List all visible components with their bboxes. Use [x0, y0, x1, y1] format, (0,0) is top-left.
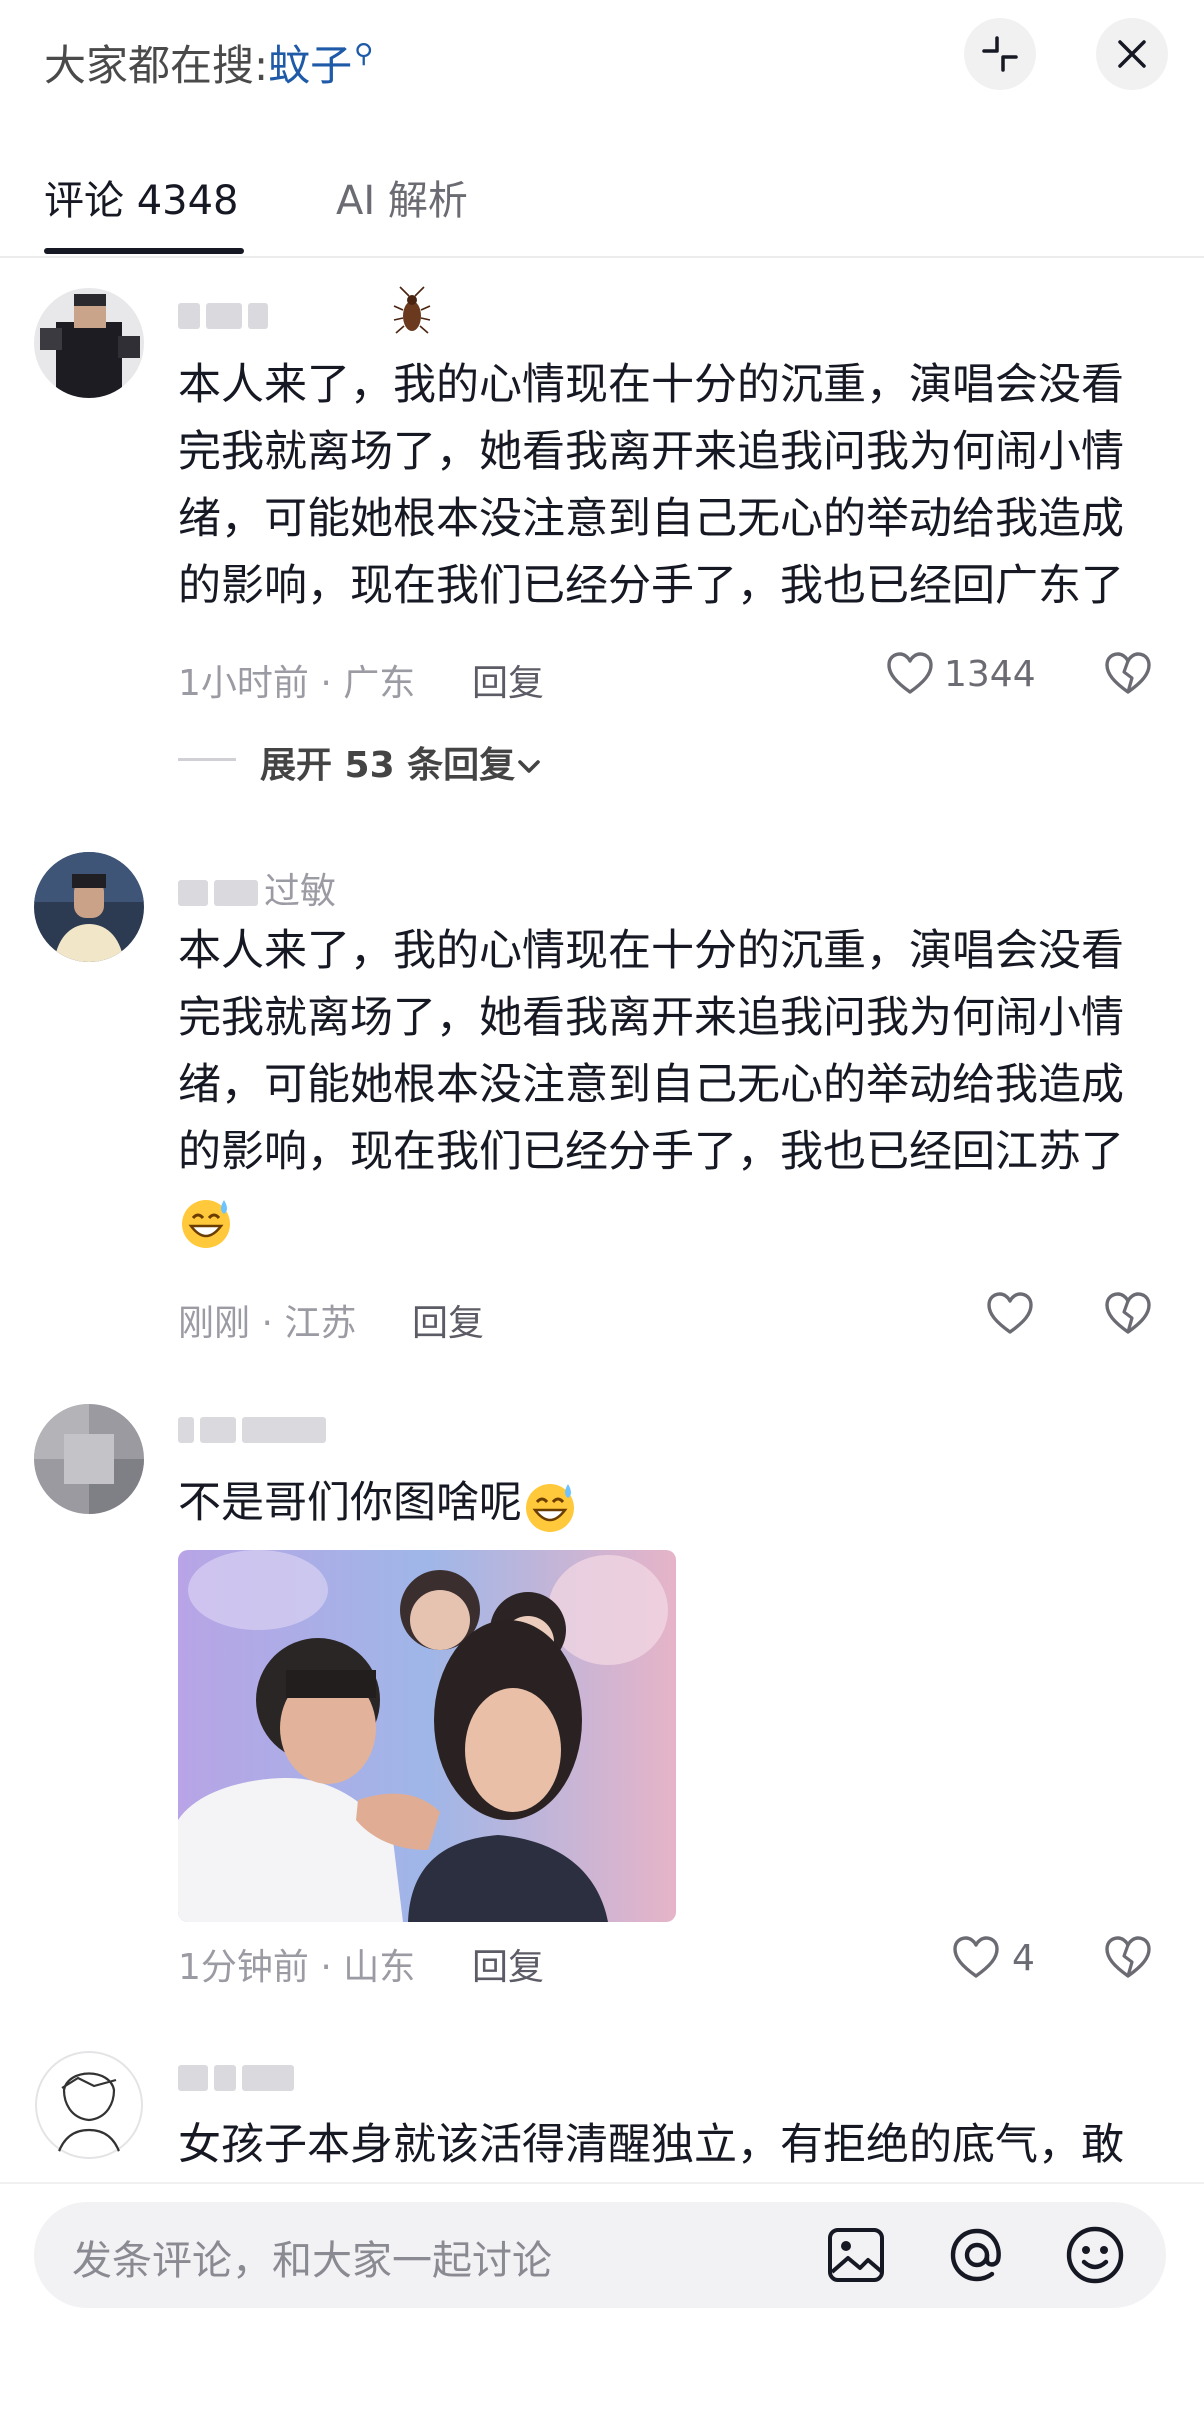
close-icon [1118, 40, 1146, 68]
comment-username[interactable] [178, 1408, 332, 1449]
smile-icon [1066, 2226, 1124, 2284]
search-keyword[interactable]: 蚊子 [268, 41, 352, 90]
like-icon[interactable] [952, 1936, 1000, 1984]
mosaic-blur [178, 303, 200, 329]
like-icon[interactable] [886, 652, 934, 700]
comment-meta: 刚刚 · 江苏 [178, 1303, 357, 1344]
tab-active-indicator [44, 248, 244, 254]
comment-text: 不是哥们你图啥呢 [178, 1470, 1163, 1537]
collapse-button[interactable] [964, 18, 1036, 90]
mosaic-blur [178, 1417, 194, 1443]
chevron-down-icon [515, 745, 543, 786]
avatar[interactable] [34, 1404, 144, 1514]
reply-button[interactable]: 回复 [472, 654, 544, 706]
reply-button[interactable]: 回复 [412, 1294, 484, 1346]
dislike-icon[interactable] [1104, 1936, 1152, 1984]
like-icon[interactable] [986, 1292, 1034, 1340]
like-count: 1344 [944, 654, 1036, 695]
like-count: 4 [1012, 1938, 1035, 1979]
magnifier-icon: ⚲ [354, 39, 374, 69]
comment-text: 本人来了，我的心情现在十分的沉重，演唱会没看完我就离场了，她看我离开来追我问我为… [178, 360, 1124, 611]
mosaic-blur [242, 1417, 326, 1443]
image-button[interactable] [826, 2226, 886, 2288]
comment-username[interactable] [178, 2056, 300, 2097]
cockroach-icon [392, 286, 432, 340]
mosaic-blur [178, 2065, 208, 2091]
concert-photo[interactable] [178, 1550, 676, 1922]
tab-comments[interactable]: 评论 4348 [44, 168, 239, 226]
comment-username[interactable] [178, 294, 274, 335]
image-icon [828, 2228, 884, 2282]
comment-text: 女孩子本身就该活得清醒独立，有拒绝的底气，敢 [178, 2120, 1124, 2170]
mosaic-blur [214, 880, 258, 906]
mosaic-blur [200, 1417, 236, 1443]
expand-replies-button[interactable]: 展开 53 条回复 [260, 736, 543, 788]
mosaic-blur [178, 880, 208, 906]
comment-input-placeholder: 发条评论，和大家一起讨论 [72, 2238, 552, 2284]
tabs-divider [0, 256, 1204, 258]
comment-meta: 1分钟前 · 山东 [178, 1947, 416, 1988]
mosaic-blur [248, 303, 268, 329]
tab-ai-analysis[interactable]: AI 解析 [336, 168, 468, 226]
mosaic-blur [206, 303, 242, 329]
grinning-sweat-emoji [178, 1194, 234, 1250]
mention-button[interactable] [946, 2224, 1008, 2290]
collapse-icon [982, 36, 1018, 72]
expand-divider [178, 758, 236, 761]
emoji-button[interactable] [1064, 2224, 1126, 2290]
grinning-sweat-emoji [522, 1478, 578, 1534]
reply-button[interactable]: 回复 [472, 1938, 544, 1990]
mosaic-blur [214, 2065, 236, 2091]
search-suggestion[interactable]: 大家都在搜:蚊子⚲ [44, 32, 373, 93]
close-button[interactable] [1096, 18, 1168, 90]
avatar[interactable] [34, 288, 144, 398]
mosaic-blur [242, 2065, 294, 2091]
search-prefix: 大家都在搜: [44, 41, 269, 90]
avatar[interactable] [34, 2050, 144, 2160]
comment-meta: 1小时前 · 广东 [178, 663, 416, 704]
comment-username[interactable]: 过敏 [178, 862, 336, 914]
comment-text: 本人来了，我的心情现在十分的沉重，演唱会没看完我就离场了，她看我离开来追我问我为… [178, 918, 1163, 1253]
avatar[interactable] [34, 852, 144, 962]
home-indicator [0, 2400, 1204, 2412]
dislike-icon[interactable] [1104, 1292, 1152, 1340]
dislike-icon[interactable] [1104, 652, 1152, 700]
at-icon [950, 2228, 1001, 2282]
